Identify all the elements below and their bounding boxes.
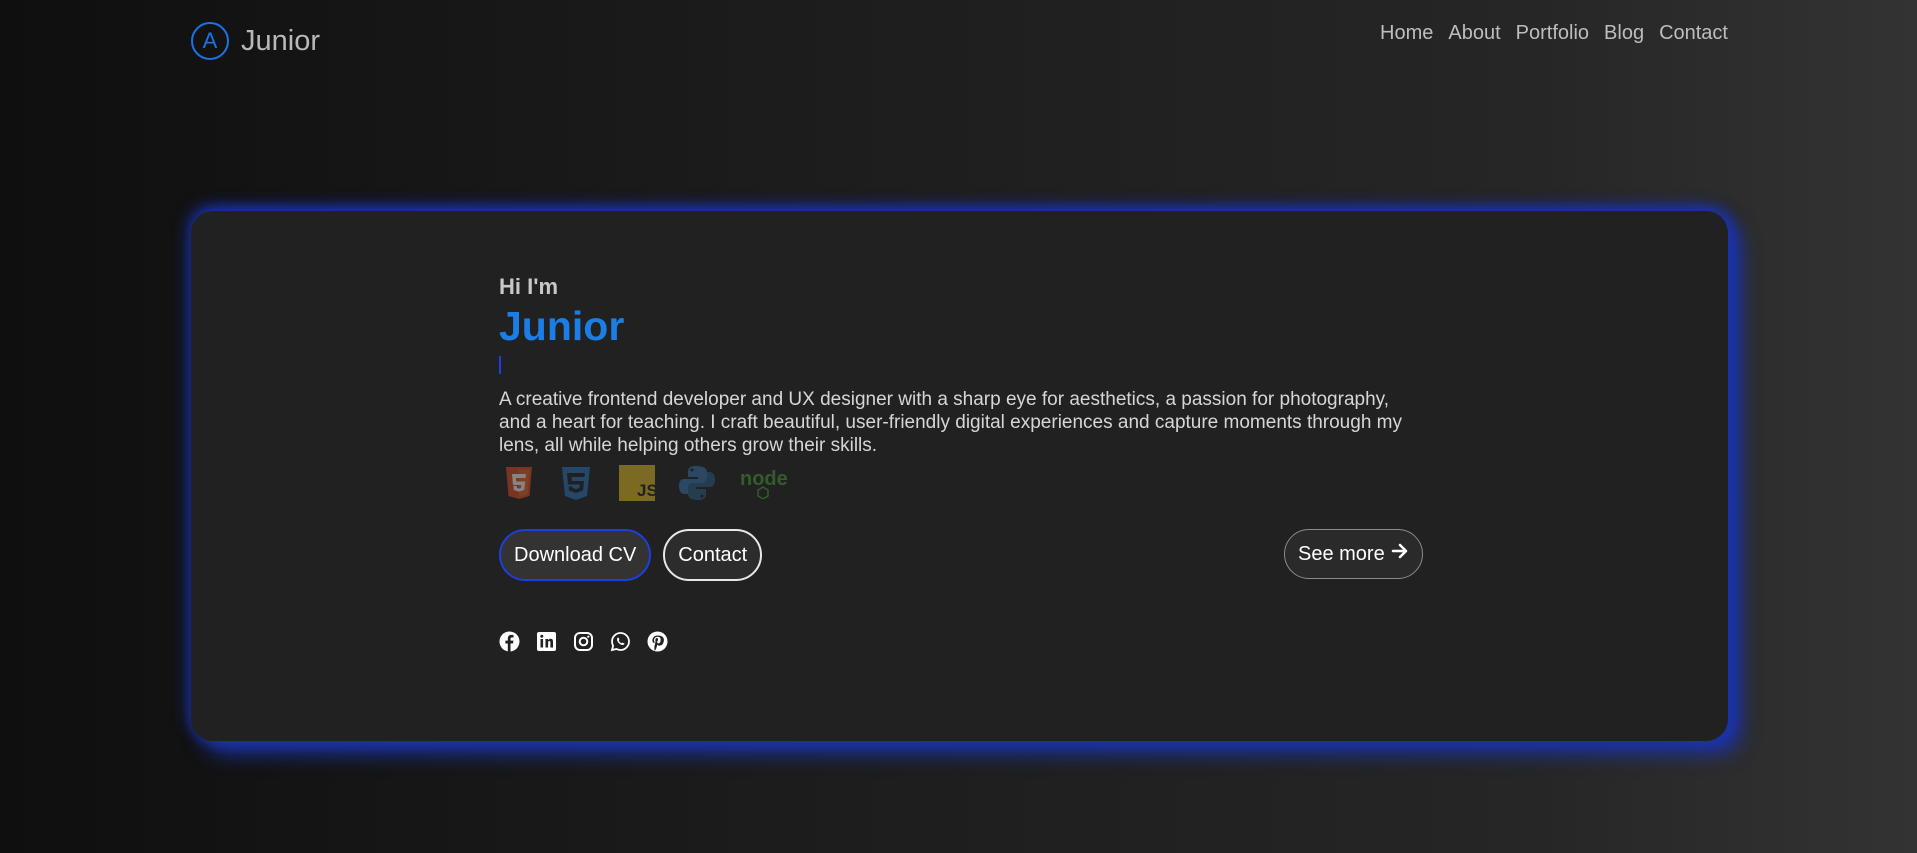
see-more-label: See more — [1298, 542, 1385, 565]
logo-mark-icon: A — [191, 22, 229, 60]
hero-name: Junior — [499, 303, 625, 349]
facebook-icon[interactable] — [499, 631, 520, 652]
arrow-right-icon — [1391, 542, 1409, 566]
logo-text: Junior — [241, 24, 320, 57]
instagram-icon[interactable] — [573, 631, 594, 652]
html5-icon — [504, 465, 534, 501]
nav-link-blog[interactable]: Blog — [1604, 22, 1644, 45]
nav-links: Home About Portfolio Blog Contact — [1380, 22, 1728, 45]
download-cv-button[interactable]: Download CV — [499, 529, 652, 581]
css3-icon — [556, 465, 596, 501]
logo[interactable]: A Junior — [191, 22, 320, 60]
javascript-icon: JS — [618, 464, 656, 502]
svg-text:JS: JS — [637, 481, 656, 500]
see-more-button[interactable]: See more — [1284, 529, 1423, 579]
nav-link-about[interactable]: About — [1448, 22, 1500, 45]
linkedin-icon[interactable] — [536, 631, 557, 652]
top-nav: A Junior Home About Portfolio Blog Conta… — [0, 0, 1917, 80]
python-icon — [678, 464, 716, 502]
hero-description: A creative frontend developer and UX des… — [499, 389, 1402, 456]
nodejs-icon: node — [738, 467, 792, 499]
typing-cursor — [499, 356, 501, 374]
hero-buttons: Download CV Contact — [499, 529, 763, 581]
greeting: Hi I'm — [499, 274, 559, 299]
whatsapp-icon[interactable] — [610, 631, 631, 652]
social-links — [499, 631, 668, 652]
pinterest-icon[interactable] — [647, 631, 668, 652]
nav-link-portfolio[interactable]: Portfolio — [1516, 22, 1589, 45]
nav-link-home[interactable]: Home — [1380, 22, 1433, 45]
contact-button[interactable]: Contact — [663, 529, 763, 581]
tech-stack: JS node — [504, 464, 792, 502]
nav-link-contact[interactable]: Contact — [1659, 22, 1728, 45]
hero-content: Hi I'm Junior A creative frontend develo… — [499, 274, 1424, 457]
hero-card: Hi I'm Junior A creative frontend develo… — [191, 211, 1728, 741]
